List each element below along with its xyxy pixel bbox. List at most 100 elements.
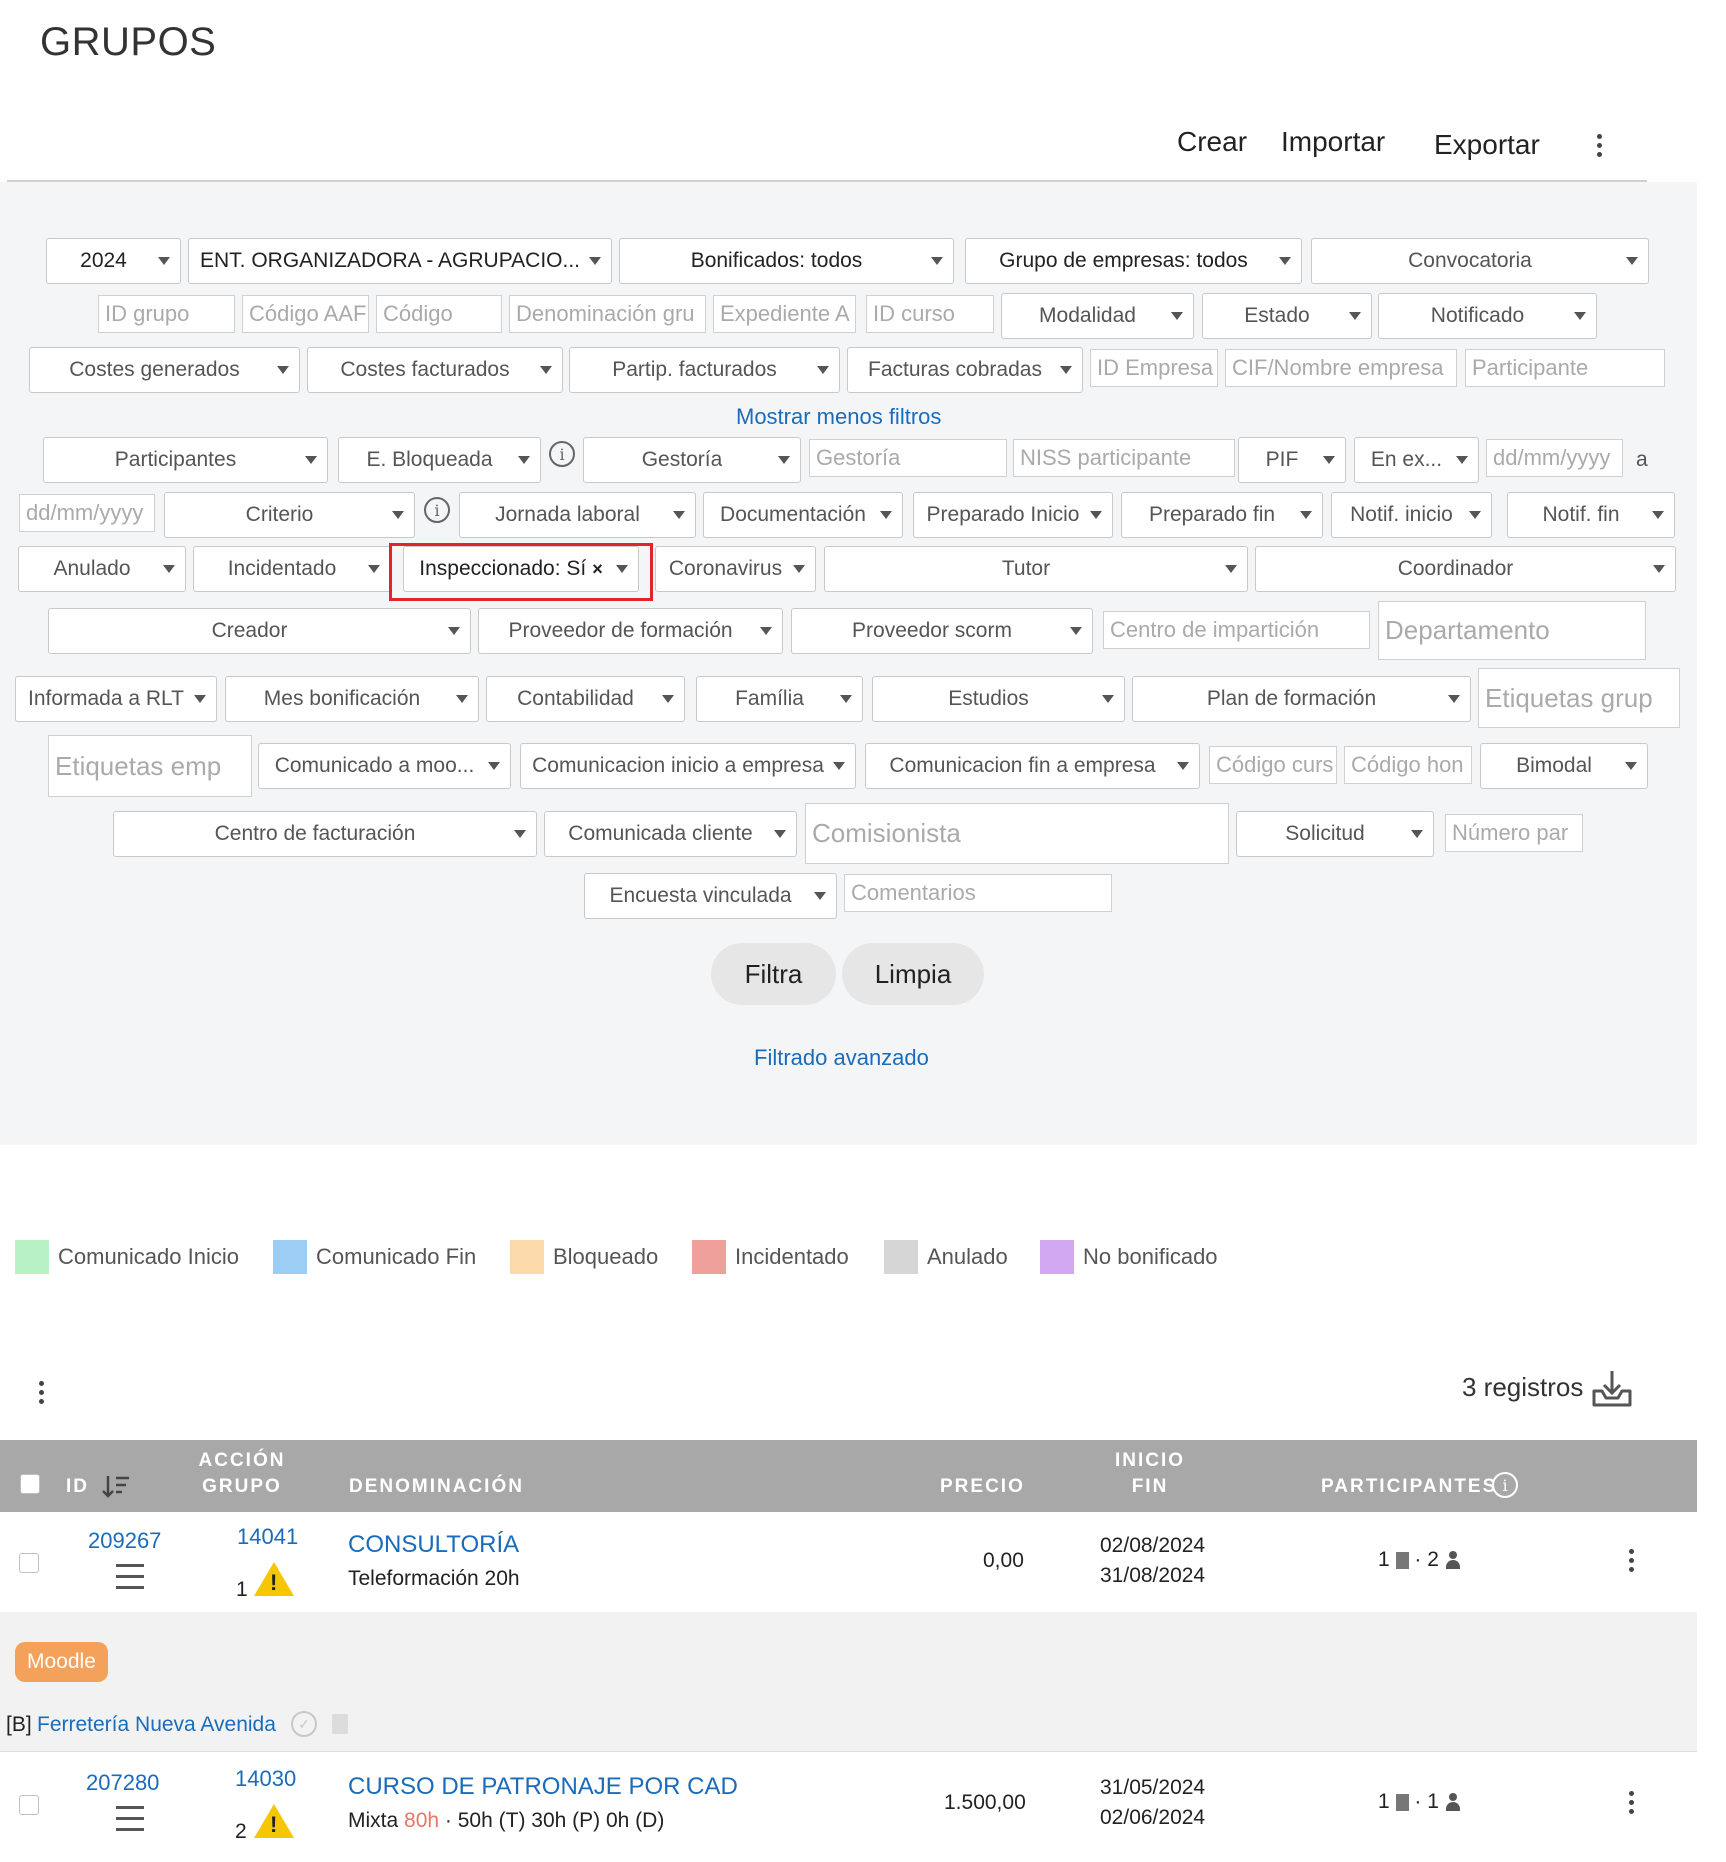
coronavirus-select[interactable]: Coronavirus (655, 546, 816, 592)
bimodal-select[interactable]: Bimodal (1480, 743, 1648, 789)
group-id-link[interactable]: 209267 (88, 1528, 161, 1554)
download-icon[interactable] (1590, 1367, 1634, 1409)
header-inicio[interactable]: INICIO (1110, 1448, 1190, 1474)
entity-select[interactable]: ENT. ORGANIZADORA - AGRUPACIO... (188, 238, 612, 284)
department-input[interactable]: Departamento (1378, 601, 1646, 660)
modality-select[interactable]: Modalidad (1001, 293, 1194, 339)
row-menu-icon[interactable] (1627, 1791, 1635, 1818)
company-id-input[interactable]: ID Empresa (1090, 349, 1218, 387)
action-link[interactable]: 14030 (235, 1766, 296, 1792)
info-icon[interactable]: i (424, 497, 450, 523)
training-center-input[interactable]: Centro de impartición (1103, 611, 1370, 649)
create-button[interactable]: Crear (1177, 126, 1247, 158)
file-input[interactable]: Expediente A (713, 295, 856, 333)
row-checkbox[interactable] (19, 1553, 39, 1573)
sort-desc-icon[interactable] (101, 1474, 131, 1500)
family-select[interactable]: Família (696, 676, 863, 722)
company-group-select[interactable]: Grupo de empresas: todos (965, 238, 1302, 284)
row-menu-icon[interactable] (1627, 1549, 1635, 1576)
participants-select[interactable]: Participantes (43, 437, 328, 483)
studies-select[interactable]: Estudios (872, 676, 1125, 722)
import-button[interactable]: Importar (1281, 126, 1385, 158)
commission-agent-input[interactable]: Comisionista (805, 803, 1229, 864)
header-id[interactable]: ID (66, 1474, 89, 1500)
participants-invoiced-select[interactable]: Partip. facturados (569, 347, 840, 393)
end-communication-select[interactable]: Comunicacion fin a empresa (865, 743, 1200, 789)
notif-end-select[interactable]: Notif. fin (1507, 492, 1675, 538)
prepared-end-select[interactable]: Preparado fin (1121, 492, 1323, 538)
select-all-checkbox[interactable] (20, 1474, 40, 1494)
info-icon[interactable]: i (549, 441, 575, 467)
part-number-input[interactable]: Número par (1445, 814, 1583, 852)
documentation-select[interactable]: Documentación (703, 492, 903, 538)
show-fewer-filters-link[interactable]: Mostrar menos filtros (736, 404, 941, 430)
course-code-input[interactable]: Código curs (1209, 746, 1337, 784)
costs-generated-select[interactable]: Costes generados (29, 347, 300, 393)
moodle-communicated-select[interactable]: Comunicado a moo... (258, 743, 511, 789)
course-name-link[interactable]: CURSO DE PATRONAJE POR CAD (348, 1773, 738, 1801)
comments-input[interactable]: Comentarios (844, 874, 1112, 912)
tutor-select[interactable]: Tutor (824, 546, 1248, 592)
blocked-company-select[interactable]: E. Bloqueada (338, 437, 541, 483)
hon-code-input[interactable]: Código hon (1344, 746, 1472, 784)
table-row[interactable]: 209267 14041 1 ! CONSULTORÍA Teleformaci… (0, 1512, 1697, 1612)
row-checkbox[interactable] (19, 1795, 39, 1815)
participant-input[interactable]: Participante (1465, 349, 1665, 387)
request-select[interactable]: Solicitud (1236, 811, 1434, 857)
header-denominacion[interactable]: DENOMINACIÓN (349, 1474, 524, 1500)
niss-input[interactable]: NISS participante (1013, 439, 1235, 477)
filter-button[interactable]: Filtra (711, 943, 836, 1005)
agency-input[interactable]: Gestoría (809, 439, 1007, 477)
notified-select[interactable]: Notificado (1378, 293, 1597, 339)
company-tags-input[interactable]: Etiquetas emp (48, 735, 252, 797)
accounting-select[interactable]: Contabilidad (486, 676, 685, 722)
pif-select[interactable]: PIF (1238, 437, 1346, 483)
rlt-informed-select[interactable]: Informada a RLT (15, 676, 217, 722)
table-row[interactable]: 207280 14030 2 ! CURSO DE PATRONAJE POR … (0, 1753, 1697, 1862)
in-execution-select[interactable]: En ex... (1354, 437, 1479, 483)
header-fin[interactable]: FIN (1110, 1474, 1190, 1500)
billing-center-select[interactable]: Centro de facturación (113, 811, 537, 857)
incident-select[interactable]: Incidentado (193, 546, 391, 592)
client-communicated-select[interactable]: Comunicada cliente (544, 811, 797, 857)
prepared-start-select[interactable]: Preparado Inicio (913, 492, 1113, 538)
export-button[interactable]: Exportar (1434, 129, 1540, 161)
start-communication-select[interactable]: Comunicacion inicio a empresa (520, 743, 856, 789)
invoices-paid-select[interactable]: Facturas cobradas (847, 347, 1083, 393)
agency-select[interactable]: Gestoría (583, 437, 801, 483)
checklist-icon[interactable] (104, 1804, 146, 1834)
training-plan-select[interactable]: Plan de formación (1132, 676, 1471, 722)
group-tags-input[interactable]: Etiquetas grup (1478, 668, 1680, 728)
action-link[interactable]: 14041 (237, 1524, 298, 1550)
bonificados-select[interactable]: Bonificados: todos (619, 238, 954, 284)
company-cif-input[interactable]: CIF/Nombre empresa (1225, 349, 1457, 387)
group-id-link[interactable]: 207280 (86, 1770, 159, 1796)
date-from-input[interactable]: dd/mm/yyyy (1486, 439, 1623, 477)
cancelled-select[interactable]: Anulado (18, 546, 186, 592)
more-actions-icon[interactable] (1595, 134, 1603, 161)
criteria-select[interactable]: Criterio (164, 492, 415, 538)
header-precio[interactable]: PRECIO (940, 1474, 1025, 1500)
aaf-code-input[interactable]: Código AAF (242, 295, 369, 333)
scorm-provider-select[interactable]: Proveedor scorm (791, 608, 1093, 654)
company-link[interactable]: Ferretería Nueva Avenida (37, 1713, 276, 1737)
notif-start-select[interactable]: Notif. inicio (1331, 492, 1492, 538)
info-icon[interactable]: i (1492, 1472, 1518, 1498)
creator-select[interactable]: Creador (48, 608, 471, 654)
bonus-month-select[interactable]: Mes bonificación (225, 676, 479, 722)
date-to-input[interactable]: dd/mm/yyyy (19, 494, 155, 532)
year-select[interactable]: 2024 (46, 238, 181, 284)
work-schedule-select[interactable]: Jornada laboral (459, 492, 696, 538)
coordinator-select[interactable]: Coordinador (1255, 546, 1676, 592)
costs-invoiced-select[interactable]: Costes facturados (307, 347, 563, 393)
course-name-link[interactable]: CONSULTORÍA (348, 1531, 519, 1559)
linked-survey-select[interactable]: Encuesta vinculada (584, 873, 837, 919)
clear-button[interactable]: Limpia (842, 943, 984, 1005)
course-id-input[interactable]: ID curso (866, 295, 994, 333)
advanced-filter-link[interactable]: Filtrado avanzado (754, 1045, 929, 1071)
training-provider-select[interactable]: Proveedor de formación (478, 608, 783, 654)
checklist-icon[interactable] (104, 1562, 146, 1592)
status-select[interactable]: Estado (1202, 293, 1372, 339)
group-name-input[interactable]: Denominación gru (509, 295, 706, 333)
convocatoria-select[interactable]: Convocatoria (1311, 238, 1649, 284)
